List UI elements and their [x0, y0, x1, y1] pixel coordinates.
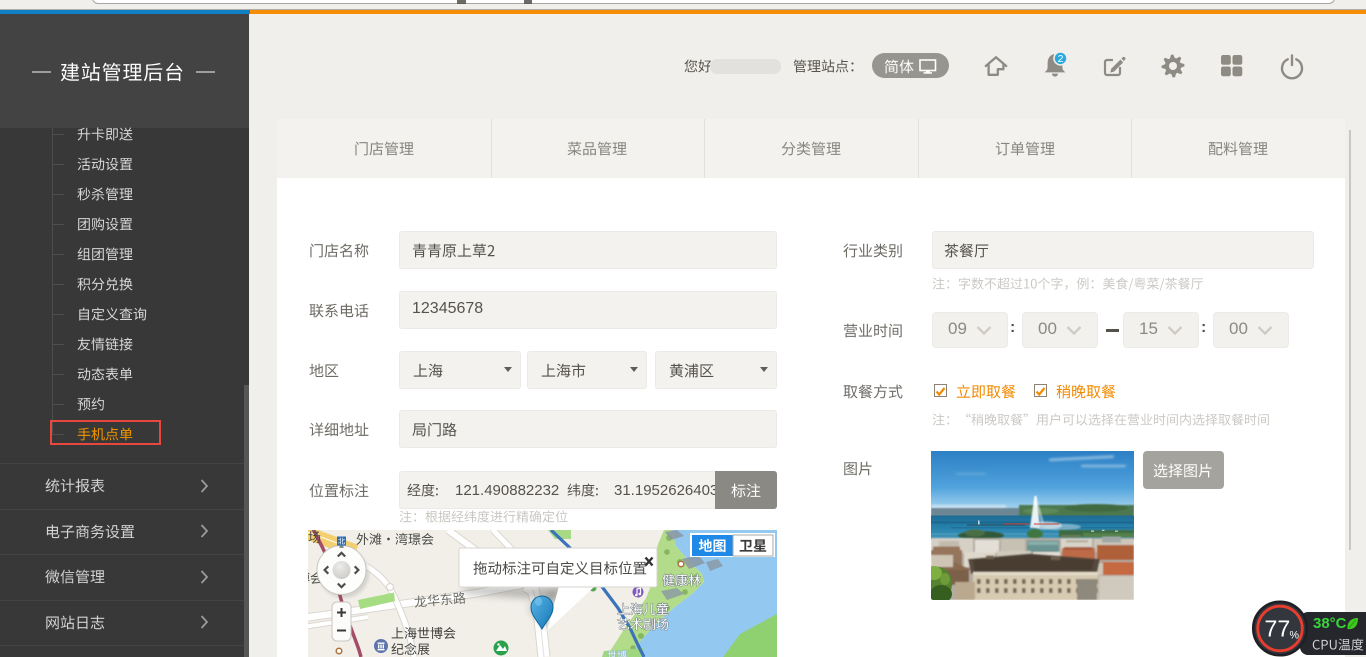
svg-text:77: 77: [1264, 616, 1290, 642]
svg-text:%: %: [1290, 629, 1300, 641]
svg-text:2: 2: [1058, 53, 1064, 65]
